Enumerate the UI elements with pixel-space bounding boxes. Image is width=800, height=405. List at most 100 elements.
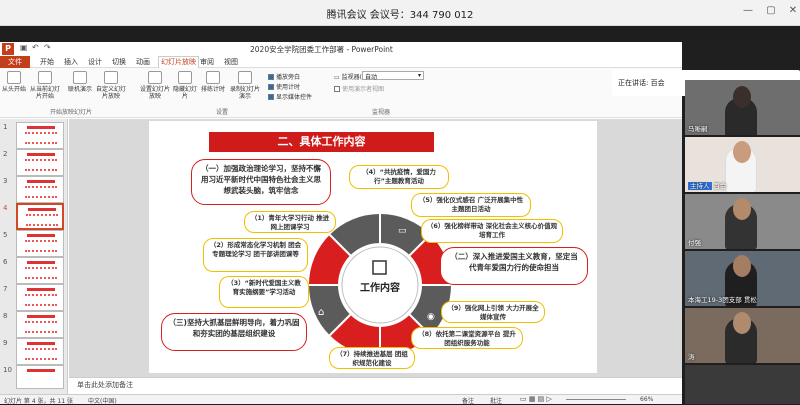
record-slideshow-button[interactable]: 录制幻灯片演示 — [228, 71, 262, 100]
meeting-titlebar: 腾讯会议 会议号：344 790 012 — ▢ ✕ — [0, 0, 800, 26]
use-timings-checkbox[interactable]: 使用计时 — [268, 82, 300, 91]
participant-video[interactable]: 马晰嗣 — [685, 80, 800, 135]
group-label: 设置 — [216, 109, 229, 116]
tab-view[interactable]: 视图 — [224, 57, 238, 67]
thumb-title-bar — [27, 288, 55, 291]
zoom-slider[interactable] — [566, 399, 626, 400]
timer-icon — [206, 71, 220, 84]
thumb-title-bar — [27, 126, 55, 129]
item-1: （一）加强政治理论学习，坚持不懈用习近平新时代中国特色社会主义思想武装头脑，筑牢… — [191, 159, 331, 205]
slide-thumbnail[interactable] — [16, 338, 64, 365]
slide-thumbnail[interactable] — [16, 311, 64, 338]
setup-slideshow-button[interactable]: 设置幻灯片放映 — [140, 71, 170, 100]
participant-name-text: 百会 — [713, 182, 727, 190]
zoom-level[interactable]: 66% — [640, 396, 653, 403]
slide-thumbnail[interactable] — [16, 176, 64, 203]
view-buttons[interactable]: ▭ ▦ ▤ ▷ — [520, 395, 552, 403]
button-label: 联机演示 — [68, 86, 93, 93]
media-controls-checkbox[interactable]: 显示媒体控件 — [268, 92, 312, 101]
checkbox-label: 使用演示者视图 — [342, 86, 385, 93]
thumb-content — [25, 321, 57, 333]
checkbox-icon — [268, 94, 274, 100]
home-icon: ⌂ — [318, 307, 324, 318]
participant-video[interactable]: 本海工19-3团支部 贯松 — [685, 251, 800, 306]
participant-video[interactable] — [685, 365, 800, 404]
slide-thumbnail-selected[interactable] — [16, 203, 64, 230]
participant-head — [733, 141, 751, 163]
rehearse-timings-button[interactable]: 排练计时 — [200, 71, 226, 93]
hide-slide-icon — [178, 71, 192, 84]
custom-show-icon — [104, 71, 118, 84]
hide-slide-button[interactable]: 隐藏幻灯片 — [172, 71, 198, 100]
button-label: 录制幻灯片演示 — [229, 86, 260, 100]
undo-icon[interactable]: ↶ — [32, 43, 39, 52]
from-beginning-button[interactable]: 从头开始 — [2, 71, 26, 93]
thumb-title-bar — [27, 342, 55, 345]
slideshow-icon — [7, 71, 21, 84]
from-current-button[interactable]: 从当前幻灯片开始 — [28, 71, 62, 100]
tab-design[interactable]: 设计 — [88, 57, 102, 67]
monitor-select[interactable]: 自动 ▾ — [362, 71, 424, 81]
thumb-content — [26, 214, 58, 226]
slide-thumbnail[interactable] — [16, 284, 64, 311]
participant-name: 马晰嗣 — [688, 125, 708, 133]
save-icon[interactable]: ▣ — [20, 43, 28, 52]
redo-icon[interactable]: ↷ — [44, 43, 51, 52]
participant-video-host[interactable]: 主持人 百会 — [685, 137, 800, 192]
setup-icon — [148, 71, 162, 84]
button-label: 从当前幻灯片开始 — [29, 86, 60, 100]
button-label: 从头开始 — [2, 86, 27, 93]
minimize-button[interactable]: — — [740, 5, 756, 16]
online-present-button[interactable]: 联机演示 — [68, 71, 92, 93]
group-label: 开始放映幻灯片 — [50, 109, 93, 116]
status-bar: 幻灯片 第 4 张，共 11 张 中文(中国) 备注 批注 ▭ ▦ ▤ ▷ 66… — [0, 394, 682, 405]
participant-video[interactable]: 付强 — [685, 194, 800, 249]
item-3: （三)坚持大抓基层鲜明导向，着力巩固和夯实团的基层组织建设 — [161, 313, 307, 351]
checkbox-label: 播放旁白 — [276, 74, 301, 81]
button-label: 设置幻灯片放映 — [140, 86, 171, 100]
slideshow-icon — [38, 71, 52, 84]
thumb-content — [25, 294, 57, 306]
item-5: （5）强化仪式感召 广泛开展集中性主题团日活动 — [411, 193, 531, 217]
close-button[interactable]: ✕ — [785, 5, 800, 16]
thumb-content — [25, 186, 57, 198]
slide-thumbnail[interactable] — [16, 257, 64, 284]
tab-animations[interactable]: 动画 — [136, 57, 150, 67]
group-label: 监视器 — [372, 109, 391, 116]
tab-transitions[interactable]: 切换 — [112, 57, 126, 67]
slide-thumbnail[interactable] — [16, 149, 64, 176]
tab-review[interactable]: 审阅 — [200, 57, 214, 67]
globe-icon — [73, 71, 87, 84]
participant-video[interactable]: 涛 — [685, 308, 800, 363]
slide-thumbnail[interactable] — [16, 122, 64, 149]
thumb-number: 9 — [3, 339, 8, 347]
button-label: 隐藏幻灯片 — [172, 86, 197, 100]
thumb-number: 1 — [3, 123, 8, 131]
monitor-icon: ▭ — [334, 74, 342, 81]
presenter-view-checkbox[interactable]: 使用演示者视图 — [334, 84, 384, 93]
custom-slideshow-button[interactable]: 自定义幻灯片放映 — [96, 71, 126, 100]
tab-home[interactable]: 开始 — [40, 57, 54, 67]
current-slide[interactable]: 二、具体工作内容 工作内容 ▭ ◉ ⌂ （一）加强政治理论学习，坚持不懈用习近平… — [149, 121, 597, 373]
thumb-title-bar — [27, 180, 55, 183]
notes-pane[interactable]: 单击此处添加备注 — [69, 377, 682, 390]
participant-name: 付强 — [688, 239, 701, 247]
thumb-number: 4 — [3, 204, 8, 212]
narrations-checkbox[interactable]: 播放旁白 — [268, 72, 300, 81]
item-2-sub: （2）形成常态化学习机制 团会专题理论学习 团干部讲团课等 — [203, 238, 308, 272]
tab-insert[interactable]: 插入 — [64, 57, 78, 67]
participant-head — [733, 86, 751, 108]
thumb-title-bar — [27, 153, 55, 156]
slide-thumbnail[interactable] — [16, 365, 64, 389]
slide-thumbnail[interactable] — [16, 230, 64, 257]
slide-editor: 二、具体工作内容 工作内容 ▭ ◉ ⌂ （一）加强政治理论学习，坚持不懈用习近平… — [69, 119, 682, 377]
maximize-button[interactable]: ▢ — [763, 5, 779, 16]
center-label: 工作内容 — [360, 281, 400, 294]
powerpoint-icon: P — [2, 43, 14, 55]
tab-slideshow[interactable]: 幻灯片放映 — [158, 56, 199, 68]
powerpoint-window: P ▣ ↶ ↷ 2020安全学院团委工作部署 - PowerPoint 登录 文… — [0, 42, 682, 405]
slide-thumbnail-pane: 1 2 3 4 5 6 7 8 9 10 — [0, 119, 68, 395]
thumb-content — [25, 240, 57, 252]
tab-file[interactable]: 文件 — [0, 56, 30, 68]
thumb-title-bar — [27, 315, 55, 318]
